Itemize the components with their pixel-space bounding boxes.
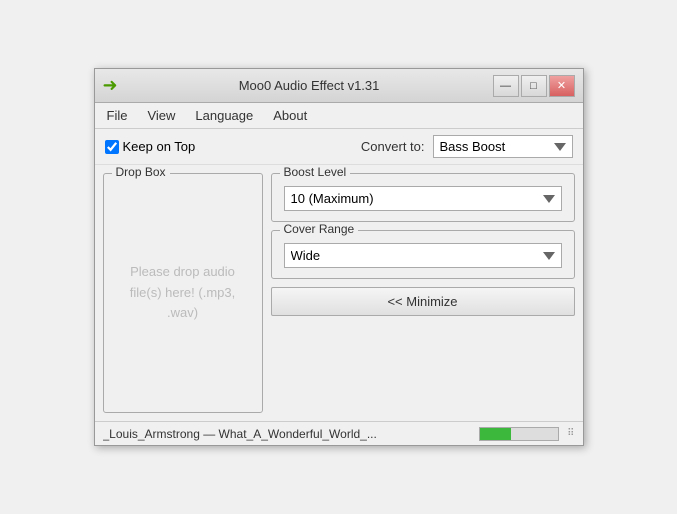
boost-level-group: Boost Level 10 (Maximum) 8 (High) 5 (Med… — [271, 173, 575, 222]
boost-level-legend: Boost Level — [280, 165, 351, 179]
drop-box-legend: Drop Box — [112, 165, 170, 179]
title-bar: ➜ Moo0 Audio Effect v1.31 — □ ✕ — [95, 69, 583, 103]
main-content: Drop Box Please drop audio file(s) here!… — [95, 165, 583, 421]
right-panel: Boost Level 10 (Maximum) 8 (High) 5 (Med… — [271, 173, 575, 413]
app-icon: ➜ — [103, 75, 118, 96]
cover-range-group: Cover Range Wide Medium Narrow — [271, 230, 575, 279]
boost-level-select[interactable]: 10 (Maximum) 8 (High) 5 (Medium) 2 (Low) — [284, 186, 562, 211]
cover-range-select[interactable]: Wide Medium Narrow — [284, 243, 562, 268]
menu-view[interactable]: View — [139, 105, 183, 126]
convert-to-label: Convert to: — [361, 139, 425, 154]
keep-on-top-checkbox[interactable] — [105, 140, 119, 154]
drop-box[interactable]: Drop Box Please drop audio file(s) here!… — [103, 173, 263, 413]
minimize-button[interactable]: << Minimize — [271, 287, 575, 316]
menu-about[interactable]: About — [265, 105, 315, 126]
keep-on-top-text: Keep on Top — [123, 139, 196, 154]
convert-group: Convert to: Bass Boost Normalize Reverb … — [361, 135, 573, 158]
status-text: _Louis_Armstrong — What_A_Wonderful_Worl… — [103, 427, 472, 441]
convert-to-select[interactable]: Bass Boost Normalize Reverb Echo — [433, 135, 573, 158]
minimize-window-button[interactable]: — — [493, 75, 519, 97]
progress-bar-fill — [480, 428, 511, 440]
keep-on-top-label[interactable]: Keep on Top — [105, 139, 196, 154]
cover-range-legend: Cover Range — [280, 222, 359, 236]
progress-bar — [479, 427, 559, 441]
menu-file[interactable]: File — [99, 105, 136, 126]
drop-box-placeholder: Please drop audio file(s) here! (.mp3, .… — [104, 174, 262, 412]
window-controls: — □ ✕ — [493, 75, 575, 97]
restore-window-button[interactable]: □ — [521, 75, 547, 97]
close-window-button[interactable]: ✕ — [549, 75, 575, 97]
toolbar: Keep on Top Convert to: Bass Boost Norma… — [95, 129, 583, 165]
resize-handle[interactable]: ⠿ — [567, 428, 574, 439]
window-title: Moo0 Audio Effect v1.31 — [126, 78, 493, 93]
main-window: ➜ Moo0 Audio Effect v1.31 — □ ✕ File Vie… — [94, 68, 584, 446]
status-bar: _Louis_Armstrong — What_A_Wonderful_Worl… — [95, 421, 583, 445]
menu-language[interactable]: Language — [187, 105, 261, 126]
menu-bar: File View Language About — [95, 103, 583, 129]
